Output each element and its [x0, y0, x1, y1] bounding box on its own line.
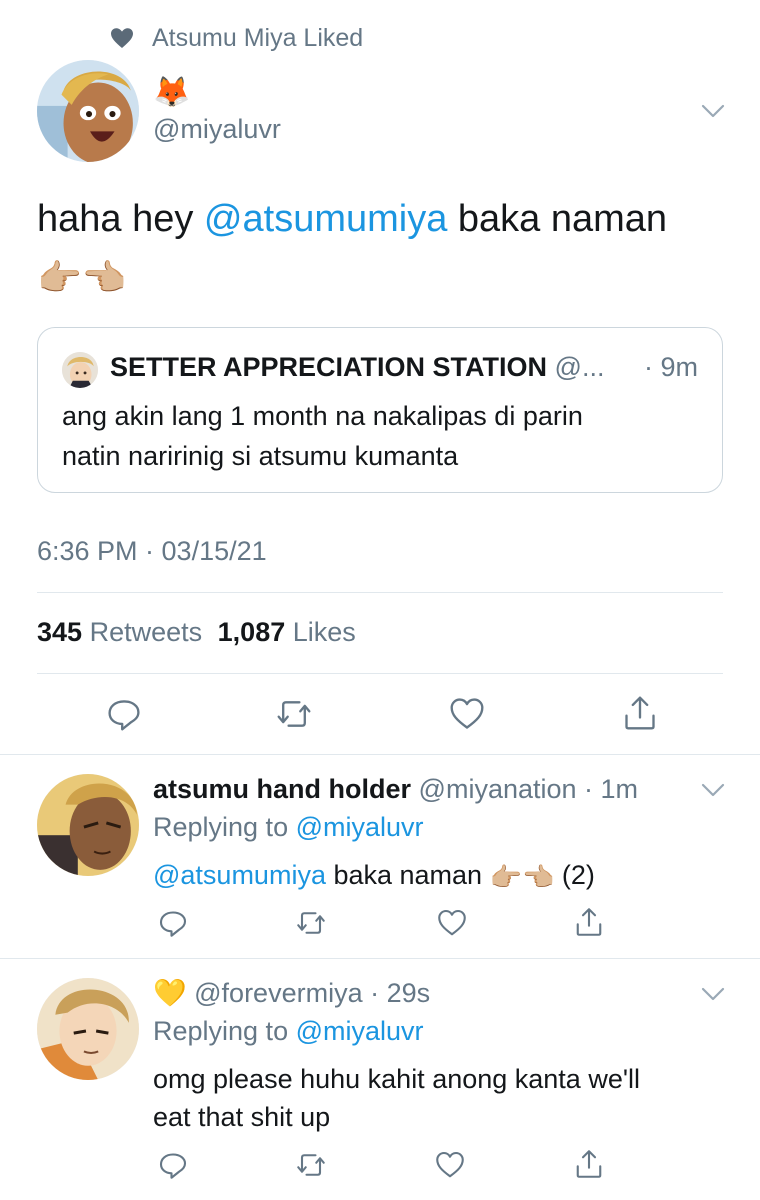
social-context: Atsumu Miya Liked [110, 24, 363, 52]
quoted-text-line: ang akin lang 1 month na nakalipas di pa… [62, 401, 583, 431]
replying-to: Replying to @miyaluvr [153, 1013, 424, 1049]
reply-handle-time[interactable]: @miyanation · 1m [419, 774, 638, 804]
tweet-text-part: haha hey [37, 198, 204, 240]
share-icon[interactable] [620, 692, 660, 734]
retweet-icon[interactable] [272, 694, 316, 734]
social-context-label: Atsumu Miya Liked [152, 23, 364, 52]
replying-to: Replying to @miyaluvr [153, 809, 424, 845]
reply-display-name[interactable]: atsumu hand holder [153, 774, 411, 804]
likes-label: Likes [292, 617, 356, 647]
quoted-handle: @... [554, 352, 605, 382]
replying-to-link[interactable]: @miyaluvr [296, 812, 424, 842]
quoted-display-name: SETTER APPRECIATION STATION [110, 352, 548, 382]
quoted-time: · 9m [644, 352, 698, 382]
chevron-down-icon[interactable] [700, 103, 726, 119]
tweet-text: haha hey @atsumumiya baka naman [37, 196, 727, 242]
reply-text: @atsumumiya baka naman 👉🏼👈🏼 (2) [153, 856, 595, 896]
reply-icon[interactable] [156, 1148, 190, 1182]
divider [0, 754, 760, 755]
reply-icon[interactable] [156, 906, 190, 940]
mention-link[interactable]: @atsumumiya [204, 198, 447, 240]
reply-header: 💛 @forevermiya · 29s [153, 975, 430, 1011]
author-display-name[interactable]: 🦊 [153, 76, 190, 110]
tweet-stats: 345 Retweets 1,087 Likes [37, 614, 356, 650]
emoji-hands: 👉🏼👈🏼 [489, 861, 555, 892]
reply-icon[interactable] [104, 694, 144, 734]
reply-text-line: omg please huhu kahit anong kanta we'll [153, 1064, 640, 1094]
mention-link[interactable]: @atsumumiya [153, 860, 326, 890]
avatar[interactable] [37, 774, 139, 876]
heart-icon [110, 27, 134, 49]
quoted-header: SETTER APPRECIATION STATION @... · 9m [110, 348, 710, 386]
author-handle[interactable]: @miyaluvr [153, 112, 281, 146]
divider [37, 673, 723, 674]
divider [0, 958, 760, 959]
reply-display-name[interactable]: 💛 [153, 978, 187, 1008]
reply-handle-time[interactable]: @forevermiya · 29s [194, 978, 430, 1008]
replying-to-link[interactable]: @miyaluvr [296, 1016, 424, 1046]
avatar[interactable] [37, 60, 139, 162]
share-icon[interactable] [572, 1146, 606, 1182]
reply-text-suffix: (2) [554, 860, 595, 890]
chevron-down-icon[interactable] [700, 986, 726, 1002]
likes-count: 1,087 [217, 617, 286, 647]
divider [37, 592, 723, 593]
retweets-stat[interactable]: 345 Retweets [37, 617, 202, 647]
avatar[interactable] [37, 978, 139, 1080]
like-icon[interactable] [432, 1148, 468, 1182]
tweet-text-part: baka naman [447, 198, 668, 240]
reply-text-line: eat that shit up [153, 1102, 331, 1132]
retweet-icon[interactable] [292, 906, 330, 940]
reply-text-part: baka naman [325, 860, 483, 890]
replying-to-label: Replying to [153, 812, 289, 842]
retweets-count: 345 [37, 617, 83, 647]
quoted-tweet[interactable]: SETTER APPRECIATION STATION @... · 9m an… [37, 327, 723, 493]
tweet-timestamp[interactable]: 6:36 PM · 03/15/21 [37, 533, 267, 569]
like-icon[interactable] [434, 906, 470, 940]
reply-header: atsumu hand holder @miyanation · 1m [153, 771, 638, 807]
avatar [62, 352, 98, 388]
tweet-emoji-line: 👉🏼👈🏼 [37, 257, 127, 298]
chevron-down-icon[interactable] [700, 782, 726, 798]
retweet-icon[interactable] [292, 1148, 330, 1182]
quoted-text-line: natin naririnig si atsumu kumanta [62, 441, 459, 471]
retweets-label: Retweets [89, 617, 203, 647]
likes-stat[interactable]: 1,087 Likes [218, 617, 356, 647]
replying-to-label: Replying to [153, 1016, 289, 1046]
share-icon[interactable] [572, 904, 606, 940]
like-icon[interactable] [446, 694, 488, 734]
